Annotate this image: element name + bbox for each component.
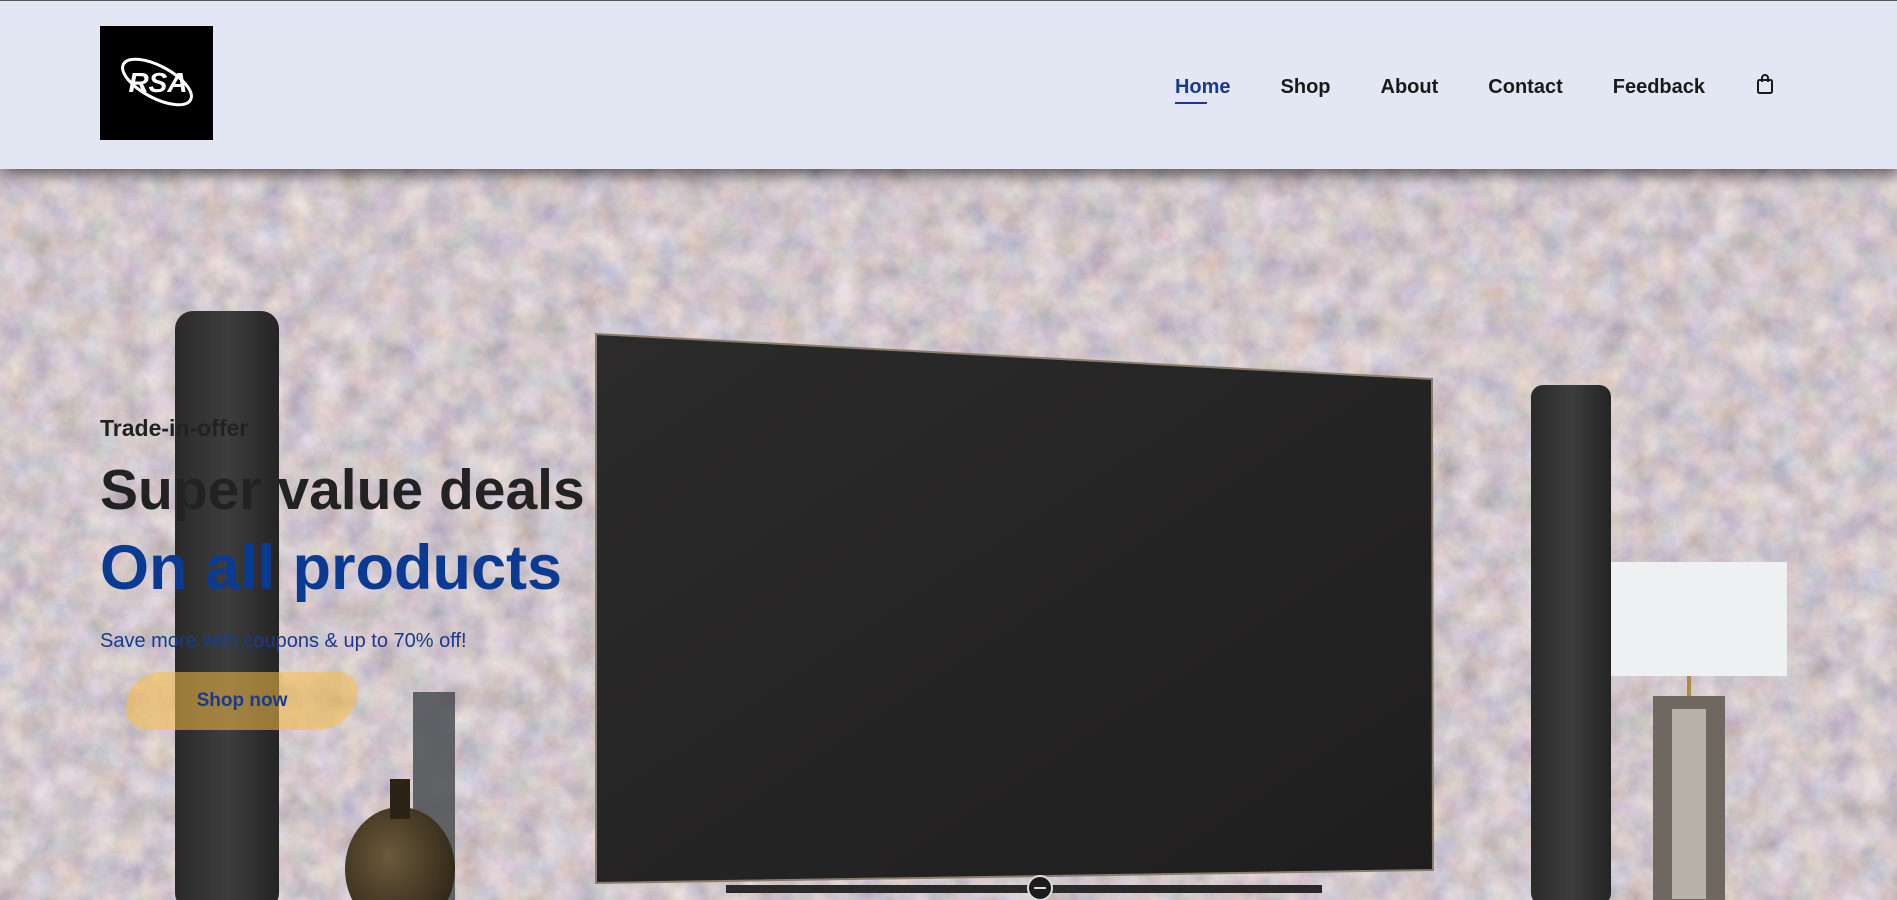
svg-text:RSA: RSA: [128, 67, 187, 98]
hero-subtext: Save more with coupons & up to 70% off!: [100, 630, 467, 652]
nav-feedback[interactable]: Feedback: [1613, 75, 1705, 99]
hero-kicker: Trade-in-offer: [100, 415, 249, 441]
rsa-logo-icon: RSA: [120, 57, 193, 107]
hero-headline: Super value deals: [100, 458, 585, 522]
nav-about[interactable]: About: [1381, 75, 1439, 99]
nav-contact[interactable]: Contact: [1488, 75, 1562, 99]
hero-banner: Trade-in-offer Super value deals On all …: [0, 169, 1897, 900]
hero-headline-accent: On all products: [100, 533, 563, 603]
nav-home[interactable]: Home: [1174, 75, 1231, 104]
main-nav: Home Shop About Contact Feedback: [1174, 73, 1775, 104]
nav-shop[interactable]: Shop: [1281, 75, 1331, 99]
shopping-bag-icon[interactable]: [1755, 73, 1775, 95]
site-header: RSA Home Shop About Contact Feedback: [0, 0, 1897, 169]
shop-now-button[interactable]: Shop now: [126, 672, 358, 730]
brand-logo[interactable]: RSA: [100, 26, 213, 140]
